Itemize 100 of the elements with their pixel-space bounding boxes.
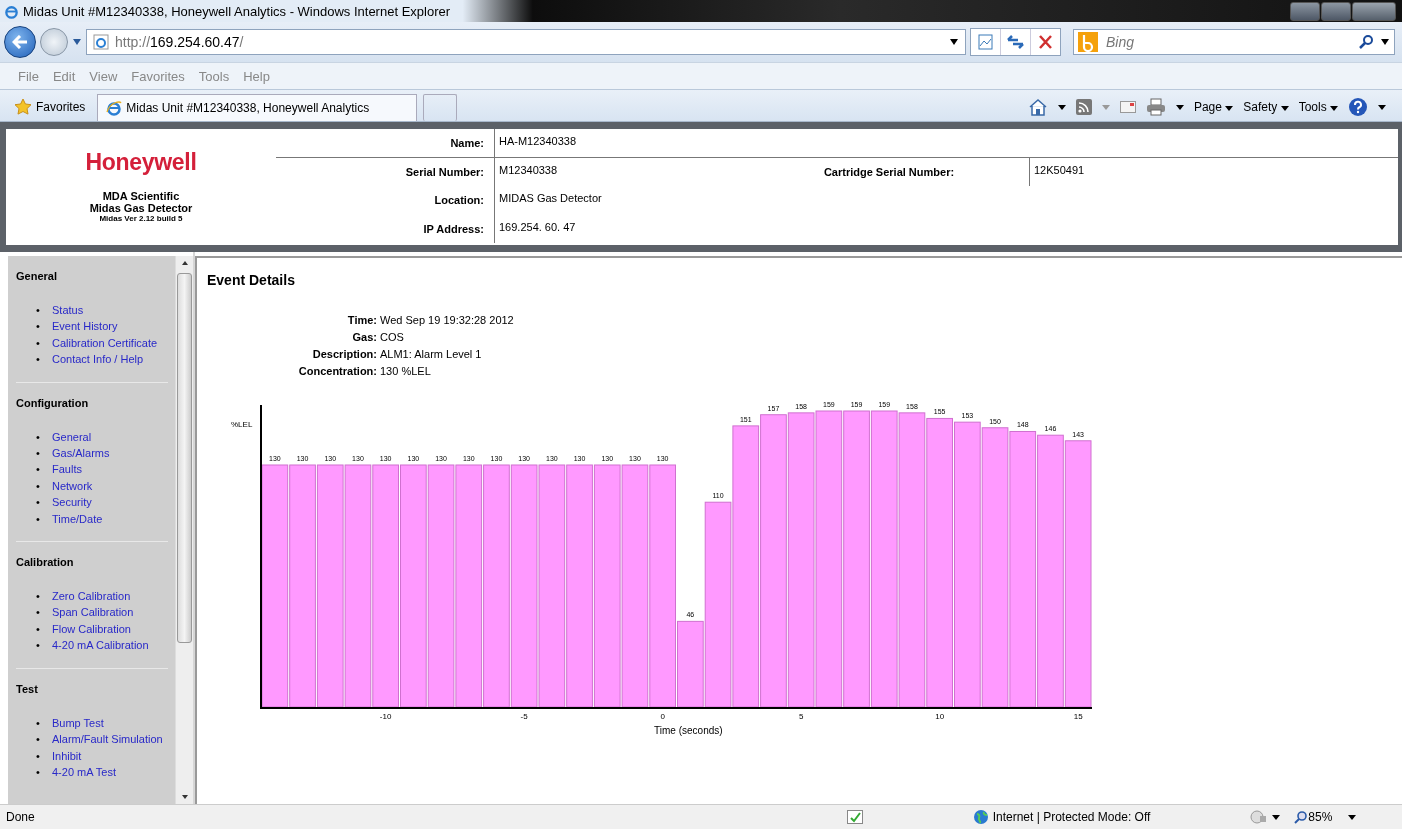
back-button[interactable] xyxy=(4,26,36,58)
device-info-text: Midas Gas Detector xyxy=(89,202,193,214)
star-icon xyxy=(14,98,32,116)
nav-link[interactable]: Alarm/Fault Simulation xyxy=(52,731,163,748)
list-bullet: • xyxy=(36,638,41,654)
zoom-level[interactable]: 85% xyxy=(1308,810,1333,824)
nav-link[interactable]: Network xyxy=(52,477,93,495)
command-menu[interactable]: Page xyxy=(1193,100,1234,114)
home-icon[interactable] xyxy=(1027,98,1048,116)
caret-icon[interactable] xyxy=(1057,104,1066,110)
field-value: 12K50491 xyxy=(1029,157,1398,186)
section-heading: Test xyxy=(16,682,39,697)
nav-link[interactable]: Status xyxy=(52,302,84,319)
search-icon[interactable] xyxy=(1358,34,1374,50)
caret-icon[interactable] xyxy=(1378,104,1386,110)
list-bullet: • xyxy=(36,319,41,335)
caret-icon[interactable] xyxy=(1330,106,1338,111)
menu-item[interactable]: View xyxy=(89,68,118,84)
list-bullet: • xyxy=(36,589,41,605)
favorites-button[interactable]: Favorites xyxy=(8,93,92,121)
list-bullet: • xyxy=(36,462,41,478)
menu-item[interactable]: Help xyxy=(243,68,270,84)
company-logo: Honeywell xyxy=(85,149,197,176)
close-button[interactable] xyxy=(1352,1,1396,21)
tick-label: 15 xyxy=(1073,712,1083,721)
nav-link[interactable]: Security xyxy=(52,494,92,511)
field-label: Location: xyxy=(433,193,485,208)
menu-item[interactable]: Tools xyxy=(198,68,230,84)
field-label: Cartridge Serial Number: xyxy=(822,164,956,180)
minimize-button[interactable] xyxy=(1290,1,1320,21)
nav-link[interactable]: Event History xyxy=(52,318,118,335)
nav-link[interactable]: Span Calibration xyxy=(52,604,134,621)
caret-icon[interactable] xyxy=(1272,814,1281,820)
nav-link[interactable]: 4-20 mA Test xyxy=(52,763,116,781)
zone-text: Internet | Protected Mode: Off xyxy=(992,810,1151,824)
maximize-button[interactable] xyxy=(1321,1,1351,21)
list-bullet: • xyxy=(36,715,41,731)
field-value: HA-M12340338 xyxy=(494,129,1398,158)
zoom-icon[interactable] xyxy=(1294,810,1309,824)
detail-value: 130 %LEL xyxy=(380,365,432,377)
field-label: Serial Number: xyxy=(404,164,485,180)
nav-link[interactable]: Inhibit xyxy=(52,747,82,764)
tick-label: 5 xyxy=(798,712,804,721)
print-icon[interactable] xyxy=(1145,98,1166,116)
caret-icon[interactable] xyxy=(949,38,959,46)
page-icon xyxy=(93,34,109,50)
command-menu[interactable]: Safety xyxy=(1243,100,1289,114)
page-status-icon[interactable] xyxy=(846,810,863,824)
list-bullet: • xyxy=(36,352,41,368)
nav-link[interactable]: Bump Test xyxy=(52,714,104,732)
nav-link[interactable]: Flow Calibration xyxy=(52,620,131,638)
scrollbar[interactable] xyxy=(175,256,193,804)
caret-icon[interactable] xyxy=(1348,814,1357,820)
list-bullet: • xyxy=(36,446,41,462)
nav-link[interactable]: Contact Info / Help xyxy=(52,351,144,368)
device-info-text: Midas Ver 2.12 build 5 xyxy=(99,214,183,224)
browser-logo-icon xyxy=(4,3,19,19)
field-label: Name: xyxy=(276,129,494,158)
field-value: 169.254. 60. 47 xyxy=(494,214,1398,243)
command-menu[interactable]: Tools xyxy=(1298,100,1338,114)
caret-icon[interactable] xyxy=(1280,106,1289,111)
detail-label: Description: xyxy=(311,348,378,360)
detail-label: Time: xyxy=(346,314,378,326)
nav-link[interactable]: Time/Date xyxy=(52,510,103,528)
browser-tab[interactable]: Midas Unit #M12340338, Honeywell Analytics xyxy=(97,94,418,121)
nav-link[interactable]: Calibration Certificate xyxy=(52,334,158,352)
tick-label: 0 xyxy=(660,712,665,721)
caret-icon[interactable] xyxy=(1380,38,1390,46)
page-heading: Event Details xyxy=(207,272,296,288)
tick-label: -10 xyxy=(379,712,392,721)
section-heading: Configuration xyxy=(16,396,90,411)
scrollbar-thumb[interactable] xyxy=(177,273,193,643)
globe-icon xyxy=(972,809,989,825)
list-bullet: • xyxy=(36,495,41,511)
menu-item[interactable]: Favorites xyxy=(131,68,185,84)
nav-link[interactable]: Gas/Alarms xyxy=(52,445,110,462)
nav-link[interactable]: General xyxy=(52,428,92,446)
list-bullet: • xyxy=(36,748,41,764)
help-icon[interactable] xyxy=(1348,97,1368,117)
address-field[interactable]: http://169.254.60.47/ xyxy=(86,29,966,55)
caret-icon[interactable] xyxy=(1175,104,1184,110)
search-field[interactable]: Bing xyxy=(1073,29,1395,55)
mail-icon[interactable] xyxy=(1119,101,1136,113)
field-value: M12340338 xyxy=(494,157,749,186)
unit-label: %LEL xyxy=(231,420,253,429)
list-bullet: • xyxy=(36,621,41,637)
list-bullet: • xyxy=(36,605,41,621)
caret-icon[interactable] xyxy=(1225,106,1234,111)
axis-title: Time (seconds) xyxy=(654,725,723,736)
nav-link[interactable]: 4-20 mA Calibration xyxy=(52,637,149,654)
list-bullet: • xyxy=(36,478,41,494)
menu-item[interactable]: Edit xyxy=(52,68,76,84)
menu-item[interactable]: File xyxy=(18,68,39,84)
nav-link[interactable]: Faults xyxy=(52,461,82,478)
nav-link[interactable]: Zero Calibration xyxy=(52,588,131,605)
feed-icon[interactable] xyxy=(1075,99,1092,115)
detail-value: Wed Sep 19 19:32:28 2012 xyxy=(380,314,514,326)
section-heading: General xyxy=(16,270,58,284)
list-bullet: • xyxy=(36,511,41,527)
search-provider-icon xyxy=(1078,32,1098,52)
